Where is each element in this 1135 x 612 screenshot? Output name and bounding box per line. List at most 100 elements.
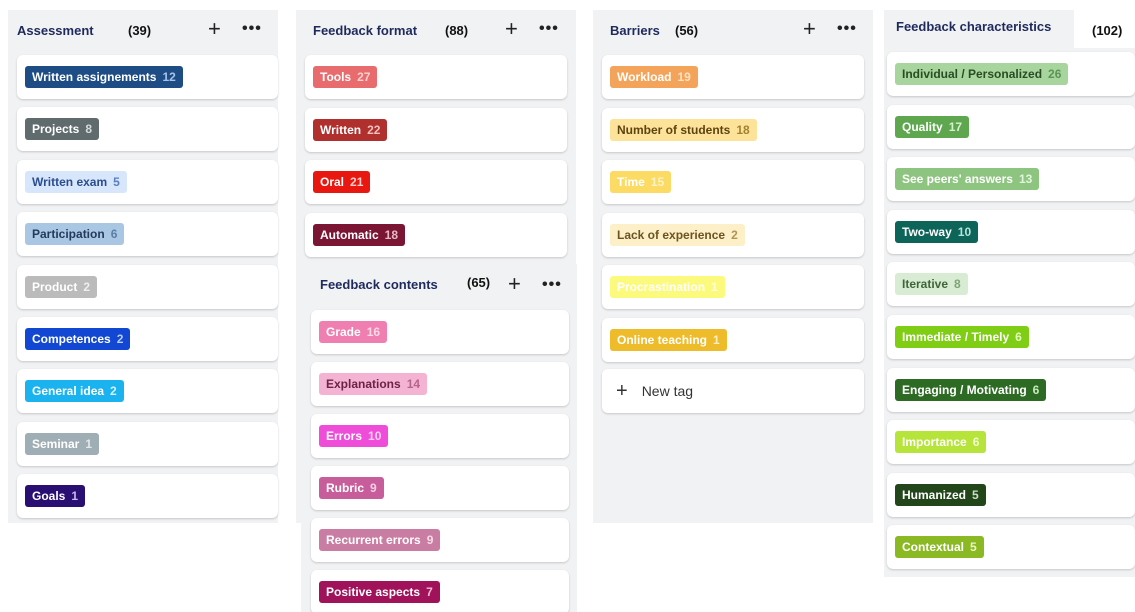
tag-label: Recurrent errors <box>326 533 421 547</box>
tag-label: Online teaching <box>617 333 708 347</box>
tag-card[interactable]: Participation 6 <box>17 212 278 256</box>
tag-label: Product <box>32 280 78 294</box>
tag-label: Rubric <box>326 481 365 495</box>
tag-count: 2 <box>731 228 738 242</box>
column-title: Barriers <box>610 22 660 38</box>
tag-label: Positive aspects <box>326 585 421 599</box>
column-title: Feedback characteristics <box>896 18 1052 34</box>
tag-card[interactable]: Recurrent errors 9 <box>311 518 569 562</box>
column-count: (56) <box>675 22 699 38</box>
tag-count: 6 <box>110 227 118 241</box>
tag-label: Seminar <box>32 437 80 451</box>
tag-card[interactable]: Contextual 5 <box>887 525 1135 569</box>
column-title: Assessment <box>17 22 94 38</box>
tag-chip: General idea 2 <box>25 380 124 402</box>
tag-label: Humanized <box>902 488 967 502</box>
tag-card[interactable]: Oral 21 <box>305 160 567 204</box>
more-options-icon[interactable]: ••• <box>242 21 262 37</box>
tag-label: See peers' answers <box>902 172 1013 186</box>
tag-card[interactable]: Time 15 <box>602 160 864 204</box>
column-feedback-contents: Feedback contents (65) + ••• Grade 16 Expl… <box>301 264 577 612</box>
tag-card[interactable]: Procrastination 1 <box>602 265 864 309</box>
tag-card[interactable]: Written 22 <box>305 108 567 152</box>
tag-card[interactable]: Importance 6 <box>887 420 1135 464</box>
tag-count: 12 <box>162 70 176 84</box>
more-options-icon[interactable]: ••• <box>837 21 857 37</box>
tag-card[interactable]: Rubric 9 <box>311 466 569 510</box>
new-tag-button[interactable]: + New tag <box>602 369 864 413</box>
tag-card[interactable]: Iterative 8 <box>887 262 1135 306</box>
tag-card[interactable]: Quality 17 <box>887 105 1135 149</box>
tag-label: Tools <box>320 70 352 84</box>
tag-card[interactable]: Engaging / Motivating 6 <box>887 368 1135 412</box>
column-header: Feedback format (88) + ••• <box>296 10 576 50</box>
column-title: Feedback format <box>313 22 418 38</box>
tag-card[interactable]: Number of students 18 <box>602 108 864 152</box>
tag-card[interactable]: Grade 16 <box>311 310 569 354</box>
tag-card[interactable]: Goals 1 <box>17 474 278 518</box>
column-header: Feedback contents (65) + ••• <box>301 264 577 304</box>
tag-label: Grade <box>326 325 361 339</box>
tag-card[interactable]: Competences 2 <box>17 317 278 361</box>
tag-count: 1 <box>85 437 93 451</box>
tag-chip: Rubric 9 <box>319 477 384 499</box>
tag-card[interactable]: Errors 10 <box>311 414 569 458</box>
tag-count: 15 <box>650 175 665 189</box>
tag-count: 22 <box>367 123 381 137</box>
tag-chip: Contextual 5 <box>895 536 984 558</box>
tag-count: 1 <box>71 489 79 503</box>
add-tag-plus-icon[interactable]: + <box>208 18 221 40</box>
tag-label: Projects <box>32 122 80 136</box>
tag-label: Written exam <box>32 175 108 189</box>
tag-card[interactable]: Workload 19 <box>602 55 864 99</box>
tag-count: 9 <box>370 481 377 495</box>
tag-label: Errors <box>326 429 363 443</box>
tag-chip: Time 15 <box>610 171 672 193</box>
tag-label: Participation <box>32 227 105 241</box>
tag-card[interactable]: Tools 27 <box>305 55 567 99</box>
tag-card[interactable]: Individual / Personalized 26 <box>887 52 1135 96</box>
plus-icon: + <box>616 379 628 402</box>
more-options-icon[interactable]: ••• <box>542 277 562 293</box>
tag-count: 8 <box>85 122 93 136</box>
tag-card[interactable]: Humanized 5 <box>887 473 1135 517</box>
tag-chip: Lack of experience 2 <box>610 224 745 246</box>
tag-card[interactable]: Online teaching 1 <box>602 318 864 362</box>
tag-count: 5 <box>970 540 977 554</box>
tag-card[interactable]: Written exam 5 <box>17 160 278 204</box>
add-tag-plus-icon[interactable]: + <box>508 273 521 295</box>
tag-card[interactable]: Lack of experience 2 <box>602 213 864 257</box>
tag-card[interactable]: Written assignements 12 <box>17 55 278 99</box>
tag-card[interactable]: Projects 8 <box>17 107 278 151</box>
column-count: (65) <box>467 275 491 290</box>
tag-card[interactable]: Product 2 <box>17 265 278 309</box>
tag-chip: Written exam 5 <box>25 171 127 193</box>
tag-chip: Procrastination 1 <box>610 276 725 298</box>
column-title: Feedback contents <box>320 276 438 292</box>
tag-chip: Goals 1 <box>25 485 86 507</box>
add-tag-plus-icon[interactable]: + <box>803 18 816 40</box>
column-count: (88) <box>445 22 469 38</box>
tag-label: Lack of experience <box>617 228 726 242</box>
more-options-icon[interactable]: ••• <box>539 21 559 37</box>
tag-count: 10 <box>957 225 972 239</box>
tag-chip: See peers' answers 13 <box>895 168 1040 190</box>
tag-card[interactable]: Seminar 1 <box>17 422 278 466</box>
tag-count: 13 <box>1018 172 1033 186</box>
tag-label: Time <box>617 175 645 189</box>
column-feedback-characteristics: Feedback characteristics (102) Individua… <box>884 10 1135 577</box>
tag-card[interactable]: Positive aspects 7 <box>311 570 569 612</box>
tag-card[interactable]: Explanations 14 <box>311 362 569 406</box>
tag-chip: Seminar 1 <box>25 433 100 455</box>
add-tag-plus-icon[interactable]: + <box>505 18 518 40</box>
tag-card[interactable]: Automatic 18 <box>305 213 567 257</box>
tag-label: Individual / Personalized <box>902 67 1043 81</box>
tag-label: Written <box>320 123 362 137</box>
tag-label: Engaging / Motivating <box>902 383 1027 397</box>
tag-card[interactable]: General idea 2 <box>17 369 278 413</box>
tag-card[interactable]: Two-way 10 <box>887 210 1135 254</box>
tag-card[interactable]: See peers' answers 13 <box>887 157 1135 201</box>
tag-count: 5 <box>972 488 979 502</box>
tag-card[interactable]: Immediate / Timely 6 <box>887 315 1135 359</box>
tag-chip: Projects 8 <box>25 118 100 140</box>
